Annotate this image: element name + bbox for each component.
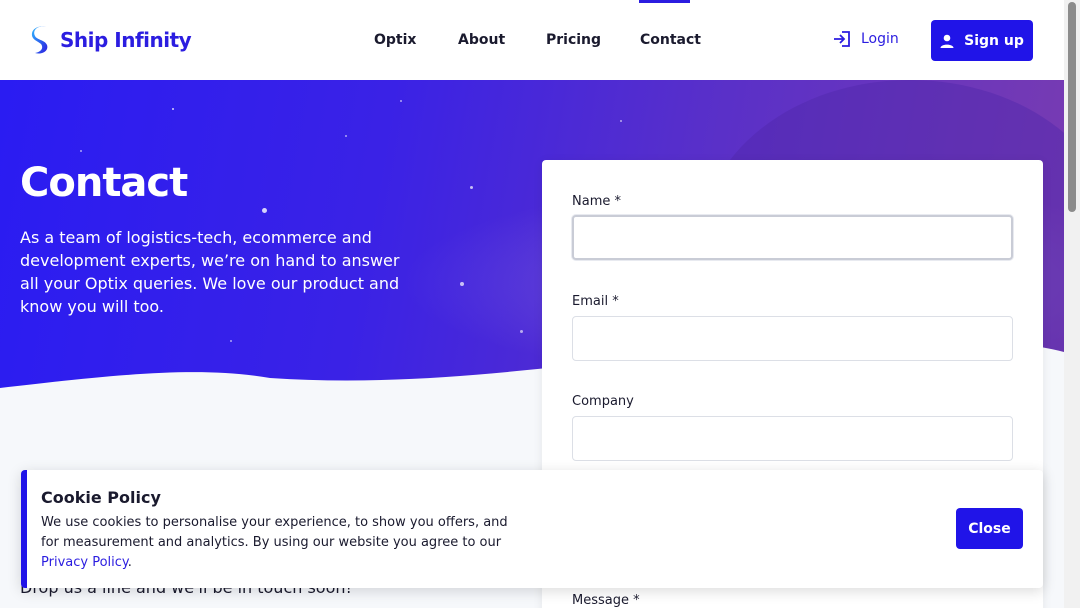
login-link[interactable]: Login <box>833 31 899 47</box>
privacy-policy-link[interactable]: Privacy Policy <box>41 555 128 570</box>
name-field[interactable] <box>572 215 1013 260</box>
main-nav: Optix About Pricing Contact <box>0 0 1064 80</box>
login-label: Login <box>861 31 899 47</box>
email-label: Email * <box>572 294 619 309</box>
star-decoration <box>460 282 464 286</box>
star-decoration <box>345 135 347 137</box>
star-decoration <box>620 120 622 122</box>
nav-item-contact[interactable]: Contact <box>640 32 701 48</box>
login-icon <box>834 31 850 47</box>
signup-button[interactable]: Sign up <box>931 20 1033 61</box>
nav-item-pricing[interactable]: Pricing <box>546 32 601 48</box>
site-header: Ship Infinity Optix About Pricing Contac… <box>0 0 1064 80</box>
cookie-close-button[interactable]: Close <box>956 508 1023 549</box>
message-label: Message * <box>572 593 640 608</box>
signup-label: Sign up <box>964 32 1024 49</box>
page-title: Contact <box>20 160 188 206</box>
star-decoration <box>80 150 82 152</box>
star-decoration <box>172 108 174 110</box>
name-label: Name * <box>572 194 621 209</box>
cookie-period: . <box>127 555 132 570</box>
star-decoration <box>470 186 473 189</box>
company-label: Company <box>572 394 634 409</box>
nav-item-optix[interactable]: Optix <box>374 32 416 48</box>
cookie-body: We use cookies to personalise your exper… <box>41 515 508 550</box>
email-field[interactable] <box>572 316 1013 361</box>
cookie-text: We use cookies to personalise your exper… <box>41 513 521 573</box>
page-scrollbar[interactable] <box>1064 0 1080 608</box>
scrollbar-thumb[interactable] <box>1068 2 1076 212</box>
cookie-title: Cookie Policy <box>41 488 161 507</box>
user-icon <box>940 34 954 48</box>
nav-active-indicator <box>639 0 690 3</box>
company-field[interactable] <box>572 416 1013 461</box>
cookie-banner: Cookie Policy We use cookies to personal… <box>21 470 1043 588</box>
star-decoration <box>400 100 402 102</box>
nav-item-about[interactable]: About <box>458 32 505 48</box>
star-decoration <box>262 208 267 213</box>
hero-description: As a team of logistics-tech, ecommerce a… <box>20 228 400 316</box>
